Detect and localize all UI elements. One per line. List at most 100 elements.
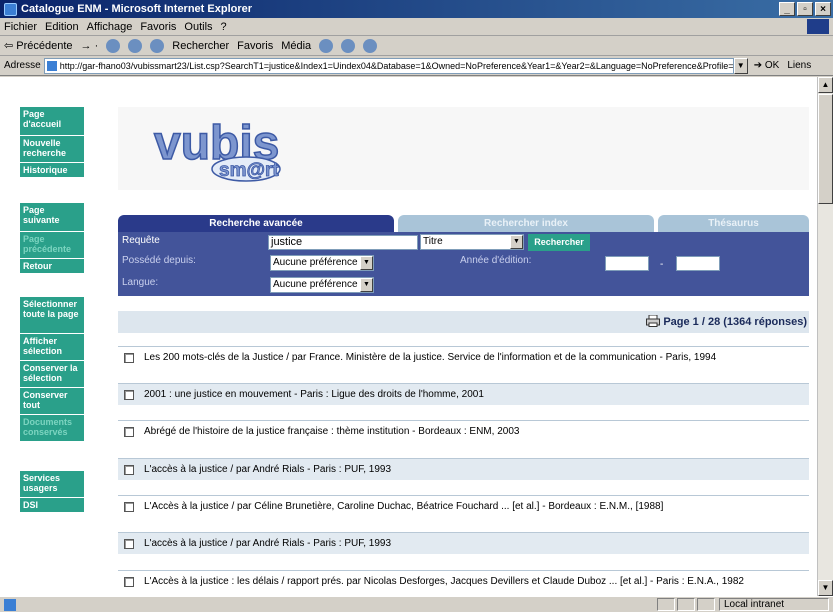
scroll-down-icon[interactable]: ▼ xyxy=(818,580,833,596)
result-text[interactable]: L'accès à la justice / par André Rials -… xyxy=(144,464,391,475)
nav-conserver-selection[interactable]: Conserver la sélection xyxy=(20,361,84,387)
chevron-down-icon: ▼ xyxy=(510,235,523,249)
browser-toolbar: ⇦ Précédente → · Rechercher Favoris Médi… xyxy=(0,36,833,56)
address-label: Adresse xyxy=(4,60,41,71)
result-checkbox[interactable] xyxy=(124,538,134,549)
result-row[interactable]: L'accès à la justice / par André Rials -… xyxy=(118,458,809,480)
result-row[interactable]: L'Accès à la justice / par Céline Brunet… xyxy=(118,495,809,517)
result-row[interactable]: 2001 : une justice en mouvement - Paris … xyxy=(118,383,809,405)
print-icon[interactable] xyxy=(363,38,378,53)
close-button[interactable]: × xyxy=(815,2,831,16)
page-status-icon xyxy=(4,598,16,611)
nav-documents-conserves: Documents conservés xyxy=(20,415,84,441)
annee-to-input[interactable] xyxy=(676,256,720,271)
logo-banner: vubis sm@rt xyxy=(118,107,809,190)
nav-historique[interactable]: Historique xyxy=(20,163,84,177)
result-row[interactable]: L'Accès à la justice : les délais / rapp… xyxy=(118,570,809,592)
history-icon[interactable] xyxy=(319,38,334,53)
chevron-down-icon: ▼ xyxy=(360,256,373,270)
result-checkbox[interactable] xyxy=(124,426,134,437)
address-url: http://gar-fhano03/vubissmart23/List.csp… xyxy=(59,60,734,71)
page-icon xyxy=(46,60,57,71)
tab-rechercher-index[interactable]: Rechercher index xyxy=(398,215,654,232)
nav-retour[interactable]: Retour xyxy=(20,259,84,273)
result-checkbox[interactable] xyxy=(124,464,134,475)
menu-bar: Fichier Edition Affichage Favoris Outils… xyxy=(0,18,833,36)
security-zone: Local intranet xyxy=(719,598,829,611)
status-pane xyxy=(657,598,675,611)
menu-fichier[interactable]: Fichier xyxy=(4,21,37,33)
annee-label: Année d'édition: xyxy=(460,255,532,266)
status-pane xyxy=(677,598,695,611)
status-pane xyxy=(697,598,715,611)
result-checkbox[interactable] xyxy=(124,576,134,587)
go-button[interactable]: ➔ OK xyxy=(754,60,780,71)
nav-page-suivante[interactable]: Page suivante xyxy=(20,203,84,231)
maximize-button[interactable]: ▫ xyxy=(797,2,813,16)
page-content: Page d'accueil Nouvelle recherche Histor… xyxy=(0,77,817,596)
result-text[interactable]: L'accès à la justice / par André Rials -… xyxy=(144,538,391,549)
nav-services-usagers[interactable]: Services usagers xyxy=(20,471,84,497)
favorites-button[interactable]: Favoris xyxy=(237,40,273,52)
result-text[interactable]: L'Accès à la justice : les délais / rapp… xyxy=(144,576,744,587)
requete-input[interactable]: justice xyxy=(268,235,418,250)
tab-recherche-avancee[interactable]: Recherche avancée xyxy=(118,215,394,232)
result-row[interactable]: L'accès à la justice / par André Rials -… xyxy=(118,532,809,554)
chevron-down-icon: ▼ xyxy=(360,278,373,292)
result-text[interactable]: 2001 : une justice en mouvement - Paris … xyxy=(144,389,484,400)
result-text[interactable]: L'Accès à la justice / par Céline Brunet… xyxy=(144,501,663,512)
menu-edition[interactable]: Edition xyxy=(45,21,79,33)
minimize-button[interactable]: _ xyxy=(779,2,795,16)
possede-select[interactable]: Aucune préférence ▼ xyxy=(270,255,374,271)
ie-icon xyxy=(4,2,17,16)
langue-label: Langue: xyxy=(122,277,159,288)
menu-help[interactable]: ? xyxy=(221,21,227,33)
result-text[interactable]: Les 200 mots-clés de la Justice / par Fr… xyxy=(144,352,716,363)
rechercher-button[interactable]: Rechercher xyxy=(528,234,590,251)
nav-nouvelle-recherche[interactable]: Nouvelle recherche xyxy=(20,136,84,162)
nav-dsi[interactable]: DSI xyxy=(20,498,84,512)
field-select[interactable]: Titre ▼ xyxy=(420,234,524,250)
requete-label: Requête xyxy=(122,235,160,246)
search-button[interactable]: Rechercher xyxy=(172,40,229,52)
home-icon[interactable] xyxy=(150,38,165,53)
field-select-value: Titre xyxy=(423,236,443,247)
nav-selectionner-page[interactable]: Sélectionner toute la page xyxy=(20,297,84,333)
media-button[interactable]: Média xyxy=(281,40,311,52)
nav-afficher-selection[interactable]: Afficher sélection xyxy=(20,334,84,360)
nav-accueil[interactable]: Page d'accueil xyxy=(20,107,84,135)
mail-icon[interactable] xyxy=(341,38,356,53)
langue-select[interactable]: Aucune préférence ▼ xyxy=(270,277,374,293)
refresh-icon[interactable] xyxy=(128,38,143,53)
address-dropdown-button[interactable]: ▼ xyxy=(733,57,748,74)
window-titlebar: Catalogue ENM - Microsoft Internet Explo… xyxy=(0,0,833,18)
result-checkbox[interactable] xyxy=(124,352,134,363)
search-form: Requête justice Titre ▼ Rechercher Possé… xyxy=(118,232,809,296)
result-row[interactable]: Abrégé de l'histoire de la justice franç… xyxy=(118,420,809,442)
result-checkbox[interactable] xyxy=(124,389,134,400)
result-row[interactable]: Les 200 mots-clés de la Justice / par Fr… xyxy=(118,346,809,368)
menu-favoris[interactable]: Favoris xyxy=(140,21,176,33)
annee-from-input[interactable] xyxy=(605,256,649,271)
address-bar: Adresse http://gar-fhano03/vubissmart23/… xyxy=(0,56,833,76)
stop-icon[interactable] xyxy=(106,38,121,53)
scroll-thumb[interactable] xyxy=(818,94,833,204)
results-page-bar: Page 1 / 28 (1364 réponses) xyxy=(118,311,809,333)
possede-label: Possédé depuis: xyxy=(122,255,196,266)
nav-conserver-tout[interactable]: Conserver tout xyxy=(20,388,84,414)
menu-outils[interactable]: Outils xyxy=(184,21,212,33)
page-info: Page 1 / 28 (1364 réponses) xyxy=(663,316,807,328)
tab-thesaurus[interactable]: Thésaurus xyxy=(658,215,809,232)
result-text[interactable]: Abrégé de l'histoire de la justice franç… xyxy=(144,426,519,437)
scroll-up-icon[interactable]: ▲ xyxy=(818,77,833,93)
window-title: Catalogue ENM - Microsoft Internet Explo… xyxy=(21,3,253,15)
forward-button[interactable]: → · xyxy=(81,40,99,52)
vertical-scrollbar[interactable]: ▲ ▼ xyxy=(817,77,833,596)
menu-affichage[interactable]: Affichage xyxy=(87,21,133,33)
result-checkbox[interactable] xyxy=(124,501,134,512)
print-icon[interactable] xyxy=(646,315,660,327)
address-input[interactable]: http://gar-fhano03/vubissmart23/List.csp… xyxy=(43,57,734,74)
back-button[interactable]: ⇦ Précédente xyxy=(4,39,73,52)
status-panes xyxy=(657,598,715,611)
links-button[interactable]: Liens xyxy=(787,60,811,71)
